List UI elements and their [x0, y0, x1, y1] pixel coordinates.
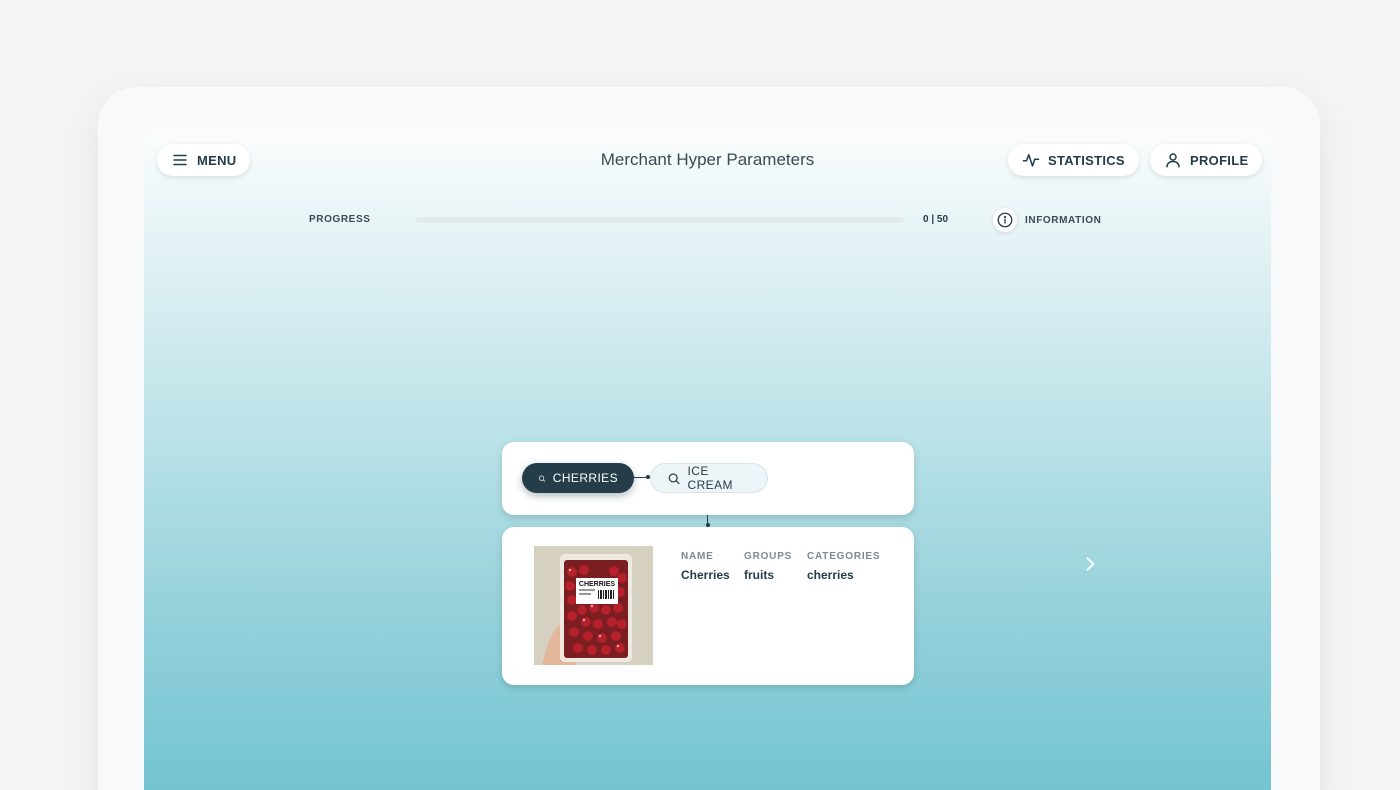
image-bag-label: CHERRIES	[579, 581, 616, 588]
information-button[interactable]: INFORMATION	[993, 208, 1101, 232]
app-screen: MENU Merchant Hyper Parameters STATISTIC…	[144, 128, 1271, 790]
field-value: Cherries	[681, 568, 730, 582]
search-chip-ice-cream[interactable]: ICE CREAM	[650, 463, 768, 493]
progress-bar	[415, 217, 904, 223]
profile-label: PROFILE	[1190, 152, 1249, 168]
progress-label: PROGRESS	[309, 214, 371, 225]
search-chip-label: CHERRIES	[552, 471, 618, 485]
product-card[interactable]: CHERRIES NAME Cherries GROUPS fruits CAT…	[502, 527, 914, 685]
field-value: cherries	[807, 568, 854, 582]
chevron-right-icon	[1086, 557, 1095, 571]
field-categories: CATEGORIES cherries	[807, 551, 880, 582]
search-icon	[668, 472, 680, 484]
field-groups: GROUPS fruits	[744, 551, 792, 582]
product-image: CHERRIES	[534, 546, 653, 665]
search-icon	[538, 475, 546, 482]
progress-count: 0 | 50	[923, 214, 949, 225]
next-button[interactable]	[1080, 554, 1100, 574]
search-chip-label: ICE CREAM	[687, 464, 733, 492]
search-chain-card: CHERRIES ICE CREAM	[502, 442, 914, 515]
information-label: INFORMATION	[1025, 214, 1102, 226]
cherries-bag-image: CHERRIES	[534, 546, 653, 665]
field-label: CATEGORIES	[807, 551, 881, 562]
info-icon-wrap	[993, 208, 1017, 232]
user-icon	[1166, 153, 1180, 168]
search-chip-cherries[interactable]: CHERRIES	[522, 463, 634, 493]
field-label: NAME	[681, 551, 714, 562]
activity-icon	[1022, 154, 1040, 167]
profile-button[interactable]: PROFILE	[1150, 144, 1263, 176]
field-label: GROUPS	[744, 551, 793, 562]
statistics-label: STATISTICS	[1048, 152, 1125, 168]
info-icon	[997, 212, 1013, 228]
field-name: NAME Cherries	[681, 551, 730, 582]
statistics-button[interactable]: STATISTICS	[1008, 144, 1139, 176]
field-value: fruits	[744, 568, 774, 582]
